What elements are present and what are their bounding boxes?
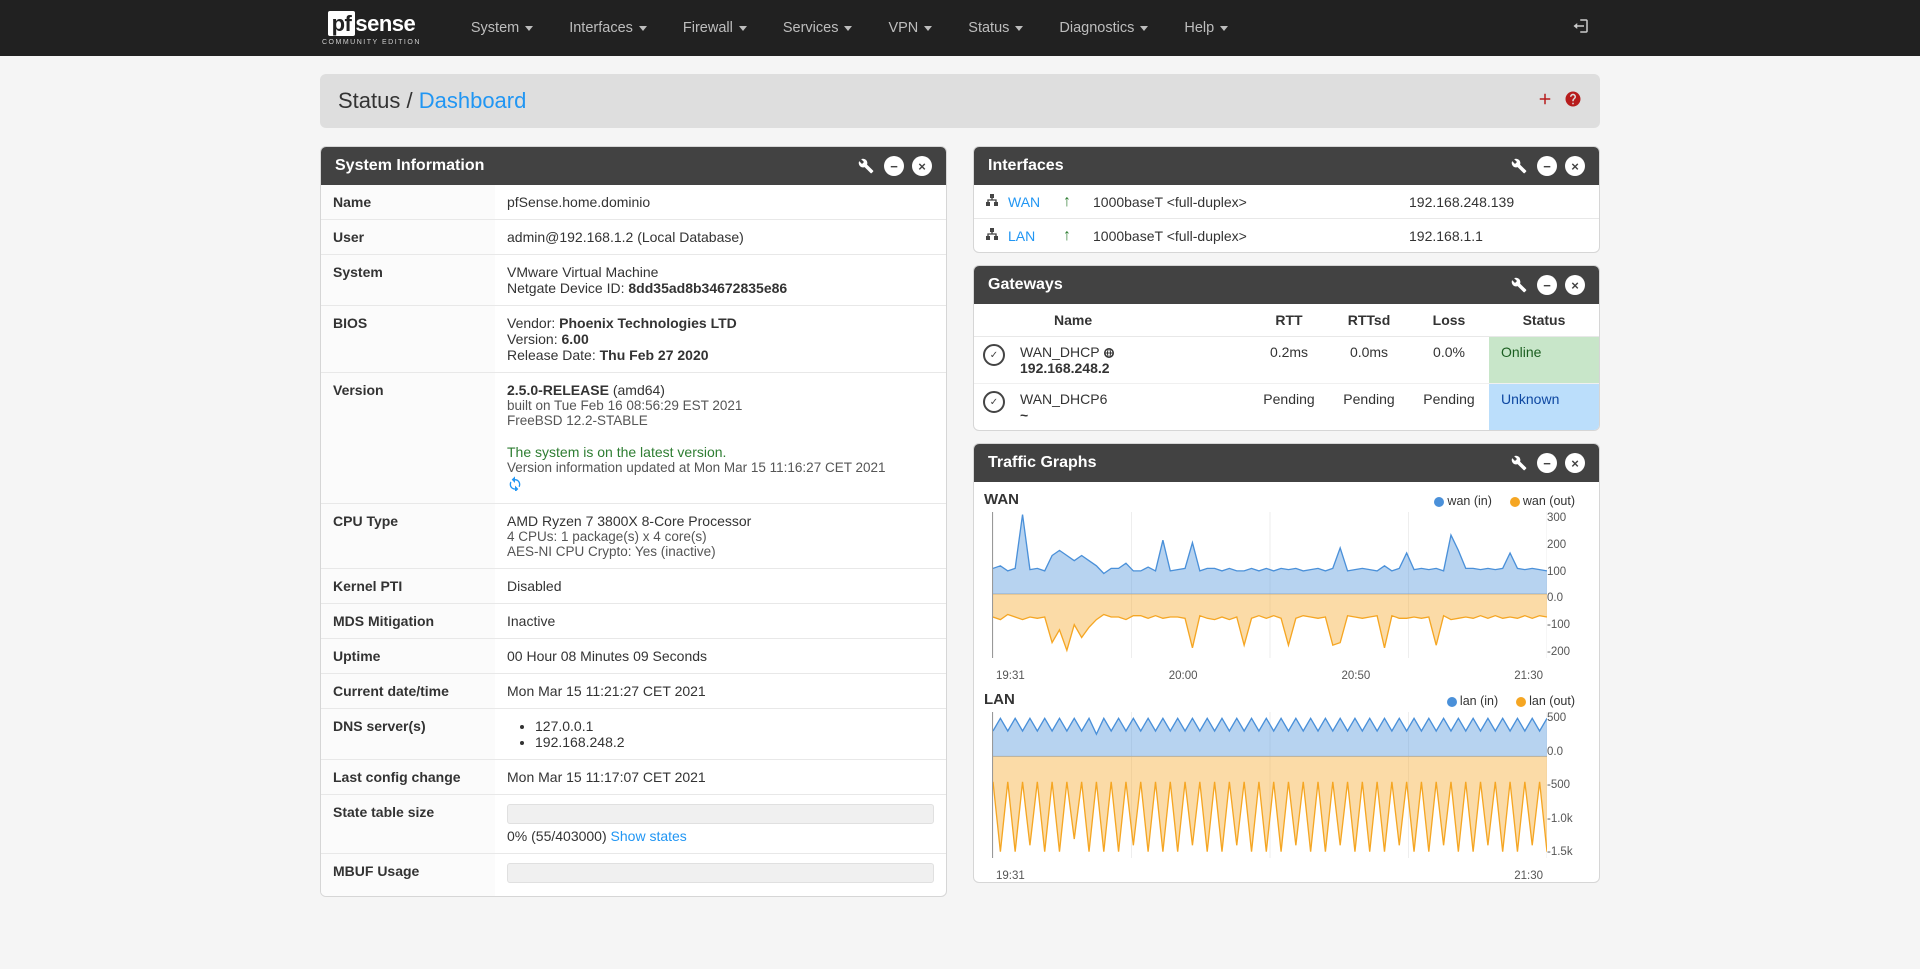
traffic-chart-wan: 300 200 100 0.0 -100 -200 19:31 20:00 20:50 21:30 <box>992 512 1589 682</box>
arrow-up-icon: ↑ <box>1063 227 1093 245</box>
close-icon[interactable]: × <box>1565 156 1585 176</box>
y-tick-label: -100 <box>1547 619 1589 631</box>
check-circle-icon: ✓ <box>983 391 1005 413</box>
y-tick-label: 0.0 <box>1547 746 1589 758</box>
gw-header: RTTsd <box>1329 304 1409 337</box>
sitemap-icon <box>984 226 1008 245</box>
breadcrumb-root[interactable]: Status <box>338 88 400 113</box>
legend-item: wan (out) <box>1510 494 1575 508</box>
close-icon[interactable]: × <box>912 156 932 176</box>
panel-gateways: Gateways − × NameRTTRTTsdLossStatus ✓ WAN_… <box>973 265 1600 431</box>
gateway-row: ✓WAN_DHCP6~PendingPendingPendingUnknown <box>974 384 1599 431</box>
legend-item: lan (out) <box>1516 694 1575 708</box>
interface-row: WAN↑1000baseT <full-duplex>192.168.248.1… <box>974 185 1599 218</box>
interface-row: LAN↑1000baseT <full-duplex>192.168.1.1 <box>974 218 1599 252</box>
nav-item-system[interactable]: System <box>453 2 551 54</box>
check-circle-icon: ✓ <box>983 344 1005 366</box>
wrench-icon[interactable] <box>1509 156 1529 176</box>
show-states-link[interactable]: Show states <box>611 828 687 844</box>
interface-media: 1000baseT <full-duplex> <box>1093 228 1409 244</box>
traffic-chart-lan: 500 0.0 -500 -1.0k -1.5k 19:31 21:30 <box>992 712 1589 882</box>
minimize-icon[interactable]: − <box>1537 156 1557 176</box>
panel-title: Traffic Graphs <box>988 454 1509 472</box>
close-icon[interactable]: × <box>1565 275 1585 295</box>
gw-header: Status <box>1489 304 1599 337</box>
gateway-rttsd: Pending <box>1329 384 1409 431</box>
gateway-rtt: 0.2ms <box>1249 337 1329 384</box>
interface-ip: 192.168.248.139 <box>1409 194 1589 210</box>
gw-header: Name <box>1014 304 1249 337</box>
minimize-icon[interactable]: − <box>1537 453 1557 473</box>
wrench-icon[interactable] <box>1509 275 1529 295</box>
nav-item-interfaces[interactable]: Interfaces <box>551 2 665 54</box>
brand-logo[interactable]: pfsense COMMUNITY EDITION <box>310 11 433 46</box>
wrench-icon[interactable] <box>1509 453 1529 473</box>
y-tick-label: 0.0 <box>1547 592 1589 604</box>
y-tick-label: 500 <box>1547 712 1589 724</box>
help-icon[interactable] <box>1564 90 1582 112</box>
interface-media: 1000baseT <full-duplex> <box>1093 194 1409 210</box>
nav-item-status[interactable]: Status <box>950 2 1041 54</box>
interface-link[interactable]: LAN <box>1008 228 1063 244</box>
gateway-name: WAN_DHCP6~ <box>1014 384 1249 431</box>
mbuf-progress <box>507 863 934 883</box>
y-tick-label: 300 <box>1547 512 1589 524</box>
x-tick-label: 20:00 <box>1169 670 1198 682</box>
refresh-icon[interactable] <box>507 478 523 494</box>
x-tick-label: 20:50 <box>1341 670 1370 682</box>
y-tick-label: -500 <box>1547 779 1589 791</box>
gateway-status: Unknown <box>1489 384 1599 431</box>
minimize-icon[interactable]: − <box>1537 275 1557 295</box>
logout-icon[interactable] <box>1572 17 1590 40</box>
panel-traffic-graphs: Traffic Graphs − × WAN wan (in) wan (out) 3… <box>973 443 1600 883</box>
gateway-rtt: Pending <box>1249 384 1329 431</box>
top-navbar: pfsense COMMUNITY EDITION SystemInterfac… <box>0 0 1920 56</box>
gateway-rttsd: 0.0ms <box>1329 337 1409 384</box>
x-tick-label: 19:31 <box>996 870 1025 882</box>
interface-link[interactable]: WAN <box>1008 194 1063 210</box>
y-tick-label: -200 <box>1547 646 1589 658</box>
close-icon[interactable]: × <box>1565 453 1585 473</box>
nav-item-services[interactable]: Services <box>765 2 871 54</box>
add-widget-icon[interactable] <box>1536 90 1554 112</box>
y-tick-label: 200 <box>1547 539 1589 551</box>
nav-item-vpn[interactable]: VPN <box>870 2 950 54</box>
panel-title: System Information <box>335 157 856 175</box>
chart-title: WAN <box>984 491 1019 508</box>
y-tick-label: -1.5k <box>1547 846 1589 858</box>
minimize-icon[interactable]: − <box>884 156 904 176</box>
dns-entry: 127.0.0.1 <box>535 718 934 734</box>
arrow-up-icon: ↑ <box>1063 193 1093 211</box>
breadcrumb-current[interactable]: Dashboard <box>419 88 527 113</box>
panel-system-information: System Information − × Name pfSense.home… <box>320 146 947 897</box>
gateway-status: Online <box>1489 337 1599 384</box>
chart-title: LAN <box>984 691 1015 708</box>
nav-item-diagnostics[interactable]: Diagnostics <box>1041 2 1166 54</box>
legend-item: lan (in) <box>1447 694 1498 708</box>
dns-entry: 192.168.248.2 <box>535 734 934 750</box>
breadcrumb: Status / Dashboard <box>320 74 1600 128</box>
wrench-icon[interactable] <box>856 156 876 176</box>
nav-item-help[interactable]: Help <box>1166 2 1246 54</box>
x-tick-label: 19:31 <box>996 670 1025 682</box>
y-tick-label: -1.0k <box>1547 813 1589 825</box>
panel-title: Gateways <box>988 276 1509 294</box>
gw-header: RTT <box>1249 304 1329 337</box>
gateway-name: WAN_DHCP 192.168.248.2 <box>1014 337 1249 384</box>
state-table-progress <box>507 804 934 824</box>
version-status-text: The system is on the latest version. <box>507 444 934 460</box>
x-tick-label: 21:30 <box>1514 870 1543 882</box>
x-tick-label: 21:30 <box>1514 670 1543 682</box>
legend-item: wan (in) <box>1434 494 1491 508</box>
gw-header: Loss <box>1409 304 1489 337</box>
interface-ip: 192.168.1.1 <box>1409 228 1589 244</box>
y-tick-label: 100 <box>1547 566 1589 578</box>
sitemap-icon <box>984 192 1008 211</box>
gateway-loss: Pending <box>1409 384 1489 431</box>
gateway-row: ✓ WAN_DHCP 192.168.248.20.2ms0.0ms0.0%Onl… <box>974 337 1599 384</box>
gateway-loss: 0.0% <box>1409 337 1489 384</box>
nav-item-firewall[interactable]: Firewall <box>665 2 765 54</box>
panel-interfaces: Interfaces − × WAN↑1000baseT <full-duple… <box>973 146 1600 253</box>
panel-title: Interfaces <box>988 157 1509 175</box>
